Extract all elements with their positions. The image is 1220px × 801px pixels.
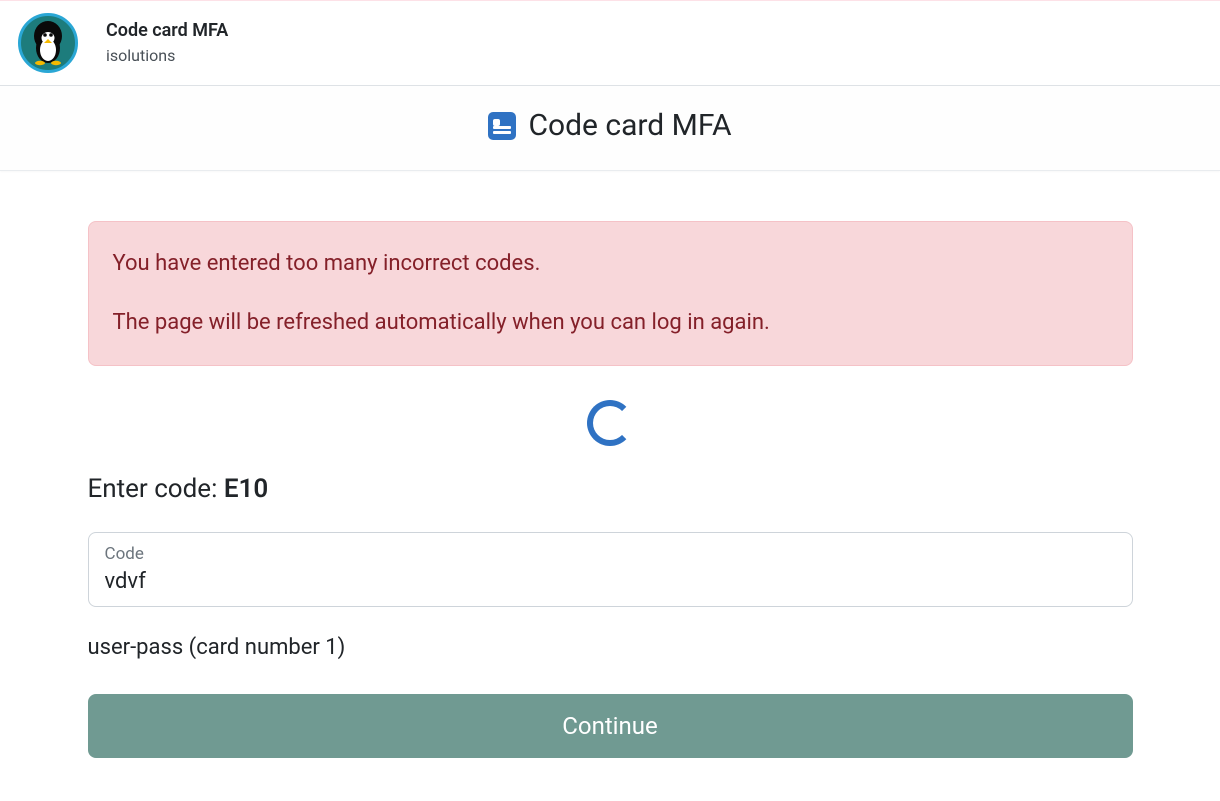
card-info-text: user-pass (card number 1) — [88, 635, 1133, 660]
page-title: Code card MFA — [528, 108, 731, 143]
header-subtitle: isolutions — [106, 44, 228, 68]
alert-line-1: You have entered too many incorrect code… — [113, 248, 1108, 280]
code-reference: E10 — [224, 474, 268, 504]
page-title-bar: Code card MFA — [0, 86, 1220, 171]
main-content: You have entered too many incorrect code… — [88, 171, 1133, 799]
error-alert: You have entered too many incorrect code… — [88, 221, 1133, 367]
app-header: Code card MFA isolutions — [0, 1, 1220, 86]
loading-spinner-icon — [587, 400, 633, 446]
prompt-prefix: Enter code: — [88, 474, 224, 504]
id-card-icon — [488, 112, 516, 140]
alert-line-2: The page will be refreshed automatically… — [113, 307, 1108, 339]
continue-button[interactable]: Continue — [88, 694, 1133, 758]
avatar — [18, 13, 78, 73]
enter-code-prompt: Enter code: E10 — [88, 474, 1133, 504]
header-text-block: Code card MFA isolutions — [106, 18, 228, 67]
spinner-container — [88, 394, 1133, 474]
code-input-wrapper[interactable]: Code — [88, 532, 1133, 607]
code-input[interactable] — [105, 569, 1116, 594]
header-title: Code card MFA — [106, 18, 228, 43]
penguin-icon — [27, 20, 69, 66]
code-input-label: Code — [105, 543, 1116, 567]
